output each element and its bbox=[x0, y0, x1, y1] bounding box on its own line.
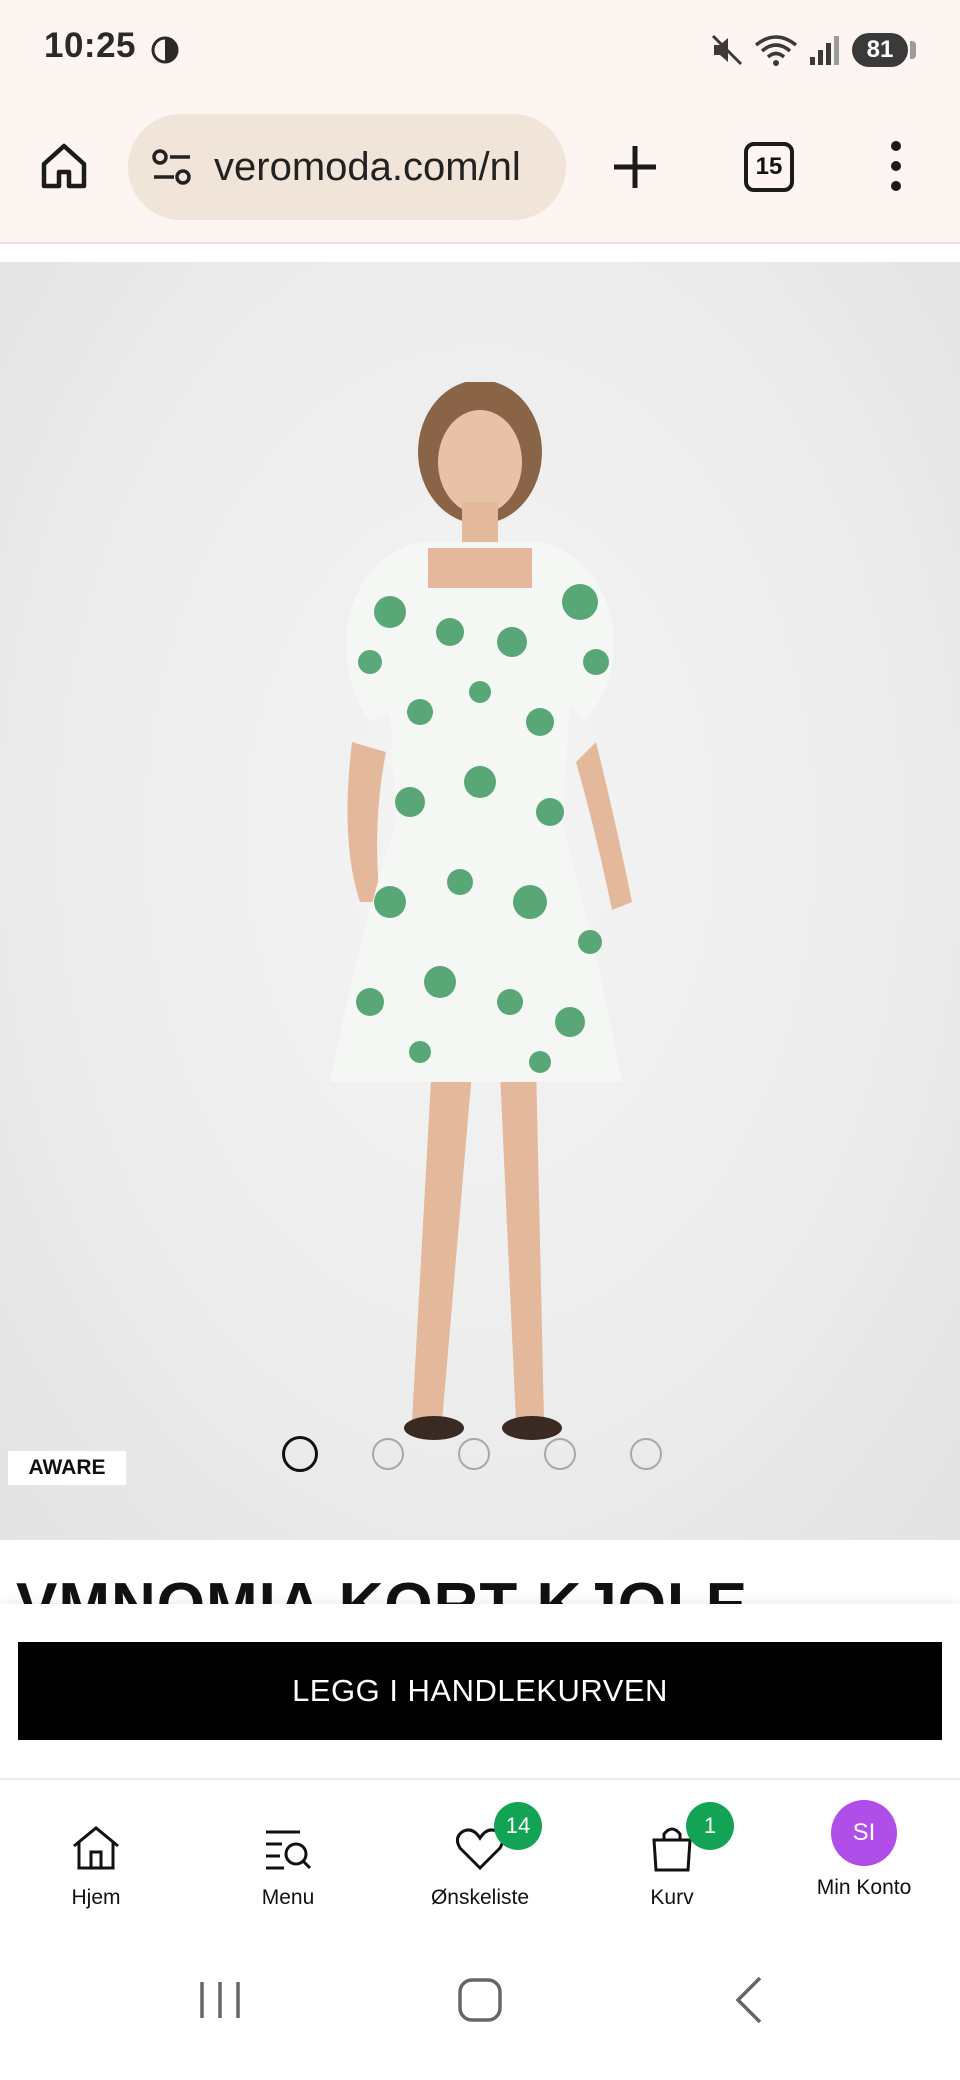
carousel-dot[interactable] bbox=[630, 1438, 662, 1470]
wishlist-count-badge: 14 bbox=[494, 1802, 542, 1850]
status-time: 10:25 bbox=[44, 26, 137, 65]
site-settings-icon[interactable] bbox=[150, 145, 194, 189]
carousel-dot[interactable] bbox=[282, 1436, 318, 1472]
carousel-indicators bbox=[282, 1436, 662, 1472]
nav-label: Menu bbox=[261, 1886, 315, 1909]
nav-label: Ønskeliste bbox=[430, 1886, 530, 1909]
home-button-icon[interactable] bbox=[450, 1970, 510, 2030]
back-icon[interactable] bbox=[720, 1970, 780, 2030]
data-saver-icon bbox=[151, 36, 179, 64]
recent-apps-icon[interactable] bbox=[190, 1970, 250, 2030]
new-tab-icon[interactable] bbox=[608, 140, 662, 194]
product-title: VMNOMIA KORT KJOLE bbox=[16, 1574, 946, 1604]
carousel-dot[interactable] bbox=[544, 1438, 576, 1470]
nav-label: Hjem bbox=[71, 1886, 121, 1909]
tab-switcher-button[interactable]: 15 bbox=[744, 142, 794, 192]
nav-item-account[interactable]: SI Min Konto bbox=[768, 1780, 960, 1930]
status-icons: 81 bbox=[710, 30, 916, 70]
cart-icon-wrap: 1 bbox=[644, 1802, 734, 1876]
menu-search-icon bbox=[266, 1830, 312, 1870]
product-photo bbox=[330, 382, 632, 1440]
product-image-carousel[interactable]: AWARE bbox=[0, 262, 960, 1540]
add-to-cart-button[interactable]: LEGG I HANDLEKURVEN bbox=[18, 1642, 942, 1740]
nav-item-home[interactable]: Hjem bbox=[0, 1780, 192, 1930]
wishlist-icon-wrap: 14 bbox=[452, 1802, 542, 1876]
more-options-icon[interactable] bbox=[876, 136, 916, 196]
carousel-dot[interactable] bbox=[372, 1438, 404, 1470]
bottom-navigation: Hjem Menu 14 Ønskeliste 1 Kurv SI Min Ko… bbox=[0, 1778, 960, 1930]
mute-icon bbox=[711, 34, 743, 66]
nav-item-wishlist[interactable]: 14 Ønskeliste bbox=[384, 1780, 576, 1930]
nav-label: Min Konto bbox=[816, 1876, 912, 1899]
nav-label: Kurv bbox=[650, 1886, 694, 1909]
avatar: SI bbox=[831, 1800, 897, 1866]
home-icon[interactable] bbox=[38, 140, 90, 192]
nav-item-cart[interactable]: 1 Kurv bbox=[576, 1780, 768, 1930]
aware-badge: AWARE bbox=[8, 1451, 126, 1485]
cart-count-badge: 1 bbox=[686, 1802, 734, 1850]
home-icon bbox=[73, 1826, 119, 1870]
url-text: veromoda.com/nl bbox=[214, 144, 521, 189]
carousel-dot[interactable] bbox=[458, 1438, 490, 1470]
browser-toolbar: veromoda.com/nl 15 bbox=[0, 100, 960, 244]
status-bar: 10:25 81 bbox=[0, 0, 960, 100]
add-to-cart-bar: LEGG I HANDLEKURVEN bbox=[0, 1604, 960, 1778]
nav-item-menu[interactable]: Menu bbox=[192, 1780, 384, 1930]
system-navigation-bar bbox=[0, 1928, 960, 2080]
signal-icon bbox=[810, 36, 839, 65]
address-bar[interactable]: veromoda.com/nl bbox=[128, 114, 566, 220]
wifi-icon bbox=[754, 35, 798, 66]
battery-indicator: 81 bbox=[852, 33, 916, 67]
